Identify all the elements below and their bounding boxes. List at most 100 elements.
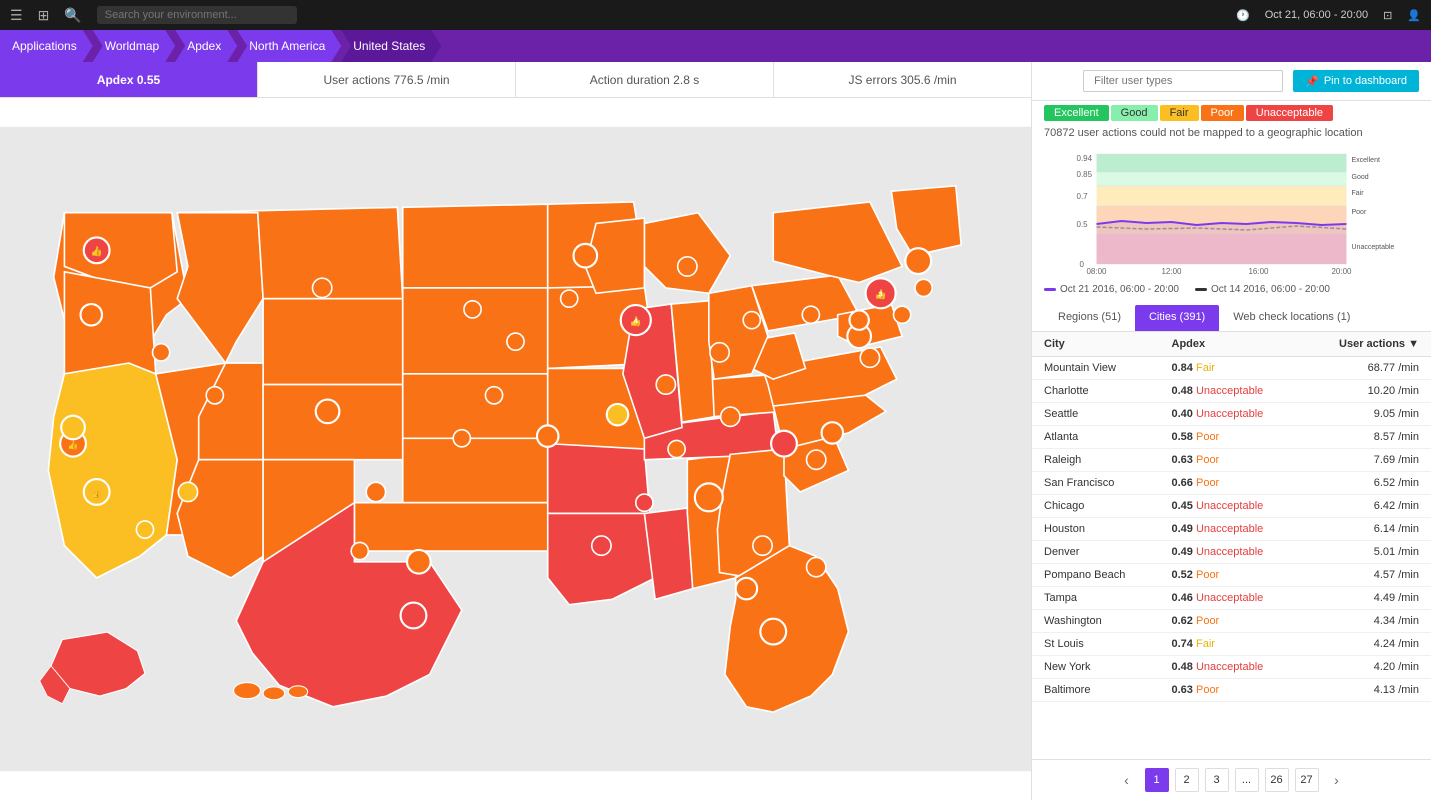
- breadcrumb-unitedstates[interactable]: United States: [341, 30, 441, 62]
- apdex-value: 0.63 Poor: [1172, 454, 1292, 466]
- city-name: St Louis: [1044, 638, 1172, 650]
- apdex-value: 0.40 Unacceptable: [1172, 408, 1292, 420]
- svg-text:Excellent: Excellent: [1352, 157, 1380, 164]
- grid-icon[interactable]: ⊞: [38, 7, 50, 24]
- user-actions-value: 4.34 /min: [1292, 615, 1420, 627]
- user-actions-value: 6.52 /min: [1292, 477, 1420, 489]
- pagination-page-3[interactable]: 3: [1205, 768, 1229, 792]
- svg-text:3: 3: [879, 289, 883, 298]
- table-row[interactable]: St Louis 0.74 Fair 4.24 /min: [1032, 633, 1431, 656]
- hamburger-icon[interactable]: ☰: [10, 7, 23, 24]
- legend-excellent: Excellent: [1044, 105, 1109, 121]
- user-actions-value: 4.49 /min: [1292, 592, 1420, 604]
- col-city: City: [1044, 338, 1172, 350]
- city-name: Chicago: [1044, 500, 1172, 512]
- breadcrumb-apdex[interactable]: Apdex: [175, 30, 237, 62]
- col-user-actions[interactable]: User actions ▼: [1292, 338, 1420, 350]
- city-name: Denver: [1044, 546, 1172, 558]
- svg-text:👍: 👍: [91, 246, 103, 258]
- user-actions-value: 4.24 /min: [1292, 638, 1420, 650]
- city-name: Houston: [1044, 523, 1172, 535]
- apdex-value: 0.58 Poor: [1172, 431, 1292, 443]
- table-row[interactable]: Baltimore 0.63 Poor 4.13 /min: [1032, 679, 1431, 702]
- metric-bar: Apdex 0.55 User actions 776.5 /min Actio…: [0, 62, 1031, 98]
- table-row[interactable]: Chicago 0.45 Unacceptable 6.42 /min: [1032, 495, 1431, 518]
- right-panel: 📌 Pin to dashboard Excellent Good Fair P…: [1031, 62, 1431, 800]
- svg-text:0.7: 0.7: [1077, 192, 1089, 201]
- city-name: Pompano Beach: [1044, 569, 1172, 581]
- filter-user-types-input[interactable]: [1083, 70, 1283, 92]
- table-row[interactable]: San Francisco 0.66 Poor 6.52 /min: [1032, 472, 1431, 495]
- breadcrumb-applications[interactable]: Applications: [0, 30, 93, 62]
- pagination-page-2[interactable]: 2: [1175, 768, 1199, 792]
- user-actions-value: 7.69 /min: [1292, 454, 1420, 466]
- legend-good: Good: [1111, 105, 1158, 121]
- table-body: Mountain View 0.84 Fair 68.77 /min Charl…: [1032, 357, 1431, 702]
- pagination-ellipsis: ...: [1235, 768, 1259, 792]
- table-row[interactable]: Atlanta 0.58 Poor 8.57 /min: [1032, 426, 1431, 449]
- user-actions-value: 8.57 /min: [1292, 431, 1420, 443]
- table-row[interactable]: Seattle 0.40 Unacceptable 9.05 /min: [1032, 403, 1431, 426]
- legend-poor: Poor: [1201, 105, 1244, 121]
- top-bar-right: 🕐 Oct 21, 06:00 - 20:00 ⊡ 👤: [1236, 9, 1421, 22]
- data-table: City Apdex User actions ▼ Mountain View …: [1032, 332, 1431, 759]
- table-row[interactable]: Tampa 0.46 Unacceptable 4.49 /min: [1032, 587, 1431, 610]
- us-map-svg: 👍 👍 👍 👍: [0, 98, 1031, 800]
- city-name: Raleigh: [1044, 454, 1172, 466]
- svg-text:0.5: 0.5: [1077, 220, 1089, 229]
- pagination-page-1[interactable]: 1: [1145, 768, 1169, 792]
- clock-icon: 🕐: [1236, 9, 1250, 22]
- tab-regions[interactable]: Regions (51): [1044, 305, 1135, 331]
- table-row[interactable]: Pompano Beach 0.52 Poor 4.57 /min: [1032, 564, 1431, 587]
- user-icon[interactable]: 👤: [1407, 9, 1421, 22]
- tab-web-check[interactable]: Web check locations (1): [1219, 305, 1364, 331]
- breadcrumb-northamerica[interactable]: North America: [237, 30, 341, 62]
- apdex-value: 0.84 Fair: [1172, 362, 1292, 374]
- pagination-prev[interactable]: ‹: [1115, 768, 1139, 792]
- svg-text:👍: 👍: [91, 488, 102, 498]
- svg-text:Good: Good: [1352, 174, 1369, 181]
- chart-legend-current: Oct 21 2016, 06:00 - 20:00: [1060, 284, 1179, 295]
- city-name: Seattle: [1044, 408, 1172, 420]
- table-row[interactable]: New York 0.48 Unacceptable 4.20 /min: [1032, 656, 1431, 679]
- legend-row: Excellent Good Fair Poor Unacceptable: [1032, 101, 1431, 125]
- metric-action-duration[interactable]: Action duration 2.8 s: [516, 62, 774, 97]
- city-name: Washington: [1044, 615, 1172, 627]
- apdex-value: 0.49 Unacceptable: [1172, 546, 1292, 558]
- svg-text:👍: 👍: [68, 440, 79, 450]
- breadcrumb: Applications Worldmap Apdex North Americ…: [0, 30, 1431, 62]
- breadcrumb-worldmap[interactable]: Worldmap: [93, 30, 175, 62]
- table-row[interactable]: Charlotte 0.48 Unacceptable 10.20 /min: [1032, 380, 1431, 403]
- panel-header: 📌 Pin to dashboard: [1032, 62, 1431, 101]
- apdex-value: 0.48 Unacceptable: [1172, 661, 1292, 673]
- table-row[interactable]: Houston 0.49 Unacceptable 6.14 /min: [1032, 518, 1431, 541]
- metric-user-actions[interactable]: User actions 776.5 /min: [258, 62, 516, 97]
- table-row[interactable]: Denver 0.49 Unacceptable 5.01 /min: [1032, 541, 1431, 564]
- pin-dashboard-button[interactable]: 📌 Pin to dashboard: [1293, 70, 1419, 92]
- tab-cities[interactable]: Cities (391): [1135, 305, 1219, 331]
- svg-text:0.94: 0.94: [1077, 154, 1093, 163]
- table-row[interactable]: Mountain View 0.84 Fair 68.77 /min: [1032, 357, 1431, 380]
- svg-text:Unacceptable: Unacceptable: [1352, 244, 1395, 251]
- pagination-page-27[interactable]: 27: [1295, 768, 1319, 792]
- table-row[interactable]: Raleigh 0.63 Poor 7.69 /min: [1032, 449, 1431, 472]
- unmapped-actions-text: 70872 user actions could not be mapped t…: [1032, 125, 1431, 145]
- city-name: Charlotte: [1044, 385, 1172, 397]
- legend-fair: Fair: [1160, 105, 1199, 121]
- metric-apdex[interactable]: Apdex 0.55: [0, 62, 258, 97]
- pagination-page-26[interactable]: 26: [1265, 768, 1289, 792]
- search-icon[interactable]: 🔍: [64, 7, 81, 24]
- metric-js-errors[interactable]: JS errors 305.6 /min: [774, 62, 1031, 97]
- pagination-next[interactable]: ›: [1325, 768, 1349, 792]
- notification-icon[interactable]: ⊡: [1383, 9, 1392, 22]
- city-name: Baltimore: [1044, 684, 1172, 696]
- table-header: City Apdex User actions ▼: [1032, 332, 1431, 357]
- svg-text:0.85: 0.85: [1077, 170, 1093, 179]
- city-name: New York: [1044, 661, 1172, 673]
- table-row[interactable]: Washington 0.62 Poor 4.34 /min: [1032, 610, 1431, 633]
- apdex-value: 0.66 Poor: [1172, 477, 1292, 489]
- chart-legend: Oct 21 2016, 06:00 - 20:00 Oct 14 2016, …: [1044, 282, 1419, 297]
- legend-unacceptable: Unacceptable: [1246, 105, 1333, 121]
- search-input[interactable]: [97, 6, 297, 24]
- apdex-value: 0.63 Poor: [1172, 684, 1292, 696]
